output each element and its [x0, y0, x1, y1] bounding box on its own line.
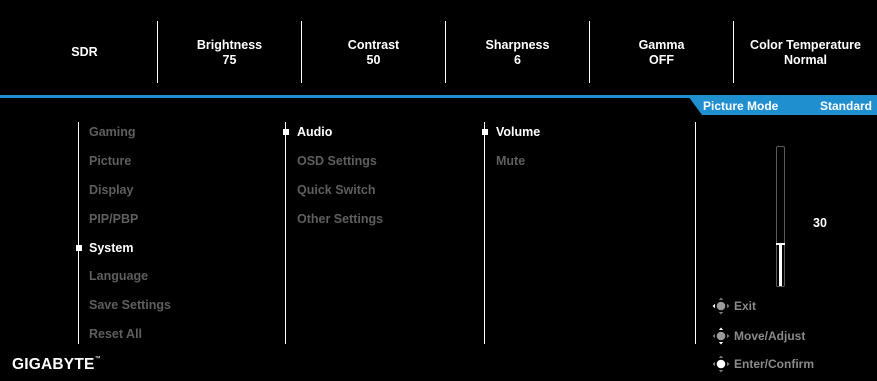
- help-move-adjust-label: Move/Adjust: [734, 329, 806, 343]
- contrast-value: 50: [366, 52, 381, 67]
- audio-item-volume[interactable]: Volume: [496, 125, 540, 139]
- brightness-label: Brightness: [196, 37, 263, 52]
- picture-mode-label: Picture Mode: [703, 99, 779, 113]
- hdr-mode-label: SDR: [71, 45, 98, 59]
- submenu-item-other-settings[interactable]: Other Settings: [297, 212, 383, 226]
- gamma-label: Gamma: [638, 37, 685, 52]
- status-bar: SDR Brightness 75 Contrast 50 Sharpness …: [12, 11, 877, 94]
- gamma-cell: Gamma OFF: [590, 11, 733, 94]
- submenu-divider: [285, 122, 286, 344]
- joystick-press-icon: [712, 355, 730, 373]
- menu-item-reset-all[interactable]: Reset All: [89, 327, 142, 341]
- volume-slider-handle[interactable]: [776, 243, 785, 245]
- picture-mode-value: Standard: [820, 99, 873, 113]
- help-exit: Exit: [712, 297, 756, 315]
- color-temperature-value: Normal: [783, 52, 828, 67]
- audio-menu-divider: [484, 122, 485, 344]
- color-temperature-cell: Color Temperature Normal: [734, 11, 877, 94]
- brightness-cell: Brightness 75: [158, 11, 301, 94]
- menu-item-gaming[interactable]: Gaming: [89, 125, 136, 139]
- trademark-symbol: ™: [94, 356, 101, 362]
- menu-item-picture[interactable]: Picture: [89, 154, 131, 168]
- contrast-cell: Contrast 50: [302, 11, 445, 94]
- help-exit-label: Exit: [734, 299, 757, 313]
- brightness-value: 75: [222, 52, 237, 67]
- value-panel-divider: [695, 122, 696, 344]
- color-temperature-label: Color Temperature: [750, 37, 861, 52]
- selection-marker: [283, 129, 289, 135]
- menu-item-save-settings[interactable]: Save Settings: [89, 298, 171, 312]
- main-menu-divider: [78, 122, 79, 344]
- brand-name: GIGABYTE: [12, 356, 95, 373]
- sharpness-cell: Sharpness 6: [446, 11, 589, 94]
- menu-item-pip-pbp[interactable]: PIP/PBP: [89, 212, 138, 226]
- volume-slider-fill: [779, 244, 782, 286]
- hdr-mode-cell: SDR: [12, 11, 157, 94]
- audio-item-mute[interactable]: Mute: [496, 154, 525, 168]
- menu-item-display[interactable]: Display: [89, 183, 133, 197]
- selection-marker: [482, 129, 488, 135]
- gigabyte-logo: GIGABYTE™: [12, 356, 101, 374]
- submenu-item-quick-switch[interactable]: Quick Switch: [297, 183, 376, 197]
- osd-screen: SDR Brightness 75 Contrast 50 Sharpness …: [0, 0, 877, 381]
- menu-item-system[interactable]: System: [89, 241, 133, 255]
- sharpness-value: 6: [514, 52, 521, 67]
- help-enter-confirm-label: Enter/Confirm: [734, 357, 815, 371]
- help-enter-confirm: Enter/Confirm: [712, 355, 814, 373]
- contrast-label: Contrast: [347, 37, 400, 52]
- submenu-item-osd-settings[interactable]: OSD Settings: [297, 154, 377, 168]
- help-move-adjust: Move/Adjust: [712, 327, 805, 345]
- menu-item-language[interactable]: Language: [89, 269, 148, 283]
- joystick-updown-icon: [712, 327, 730, 345]
- submenu-item-audio[interactable]: Audio: [297, 125, 332, 139]
- joystick-left-icon: [712, 297, 730, 315]
- selection-marker: [76, 245, 82, 251]
- volume-value: 30: [813, 216, 827, 230]
- sharpness-label: Sharpness: [485, 37, 550, 52]
- gamma-value: OFF: [649, 52, 674, 67]
